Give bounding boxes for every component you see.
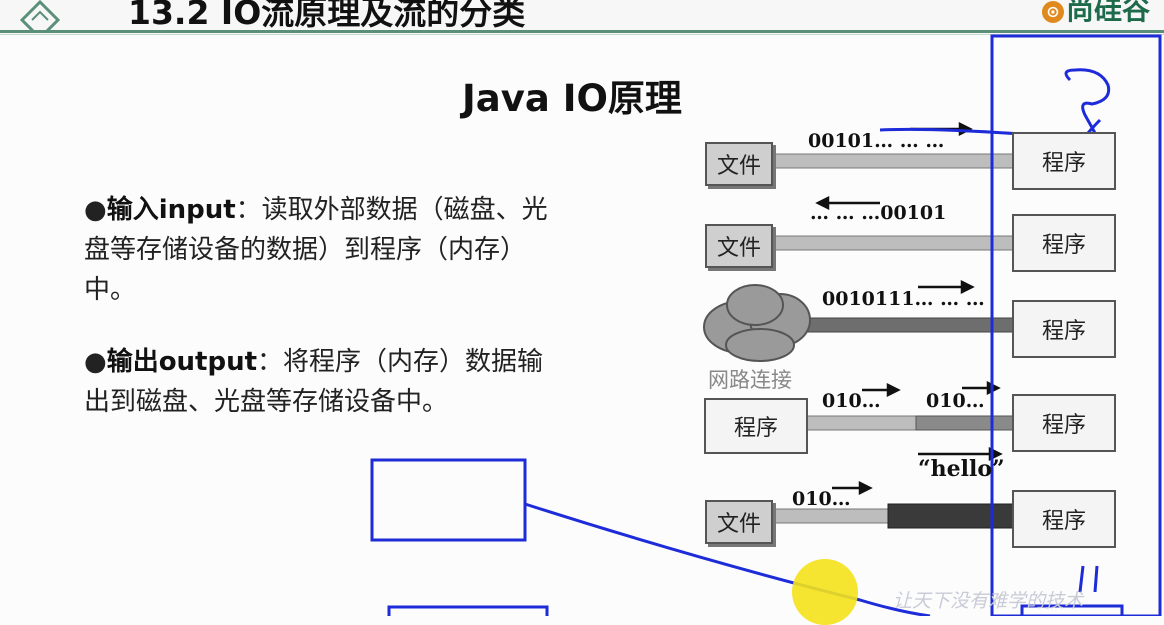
program-box-row-3: 程序 [1012,300,1116,358]
program-box-row-1: 程序 [1012,132,1116,190]
program-box-row-5: 程序 [1012,490,1116,548]
network-label: 网路连接 [708,368,792,392]
file-box-row-5: 文件 [705,500,773,544]
flow-label-row-5b: “hello” [918,456,1005,482]
network-cloud-icon [703,284,811,362]
annotation-rect-bottom [387,605,549,616]
pipe-row-1 [767,153,1014,169]
program-box-row-4: 程序 [1012,394,1116,452]
diagram-graphics [370,34,1162,616]
program-box-left-row-4: 程序 [704,398,808,454]
pipe-row-4a [805,415,917,431]
program-box-row-2: 程序 [1012,214,1116,272]
pipe-row-4b [915,415,1014,431]
file-box-row-2: 文件 [705,224,773,268]
pipe-row-2 [767,235,1014,251]
flow-label-row-4b: 010… [926,390,985,412]
flow-label-row-3: 0010111… … … [822,288,985,310]
flow-label-row-4a: 010… [822,390,881,412]
pipe-row-5b [887,503,1014,529]
pipe-row-5a [769,508,889,524]
flow-label-row-1: 00101… … … [808,130,945,152]
cursor-highlight [792,559,858,625]
annotation-rect-empty [370,458,527,542]
flow-label-row-5a: 010… [792,488,851,510]
flow-label-row-2: … … …00101 [810,202,947,224]
pipe-row-3 [799,317,1014,333]
file-box-row-1: 文件 [705,142,773,186]
watermark: 让天下没有难学的技术 [893,590,1084,612]
io-diagram: 文件 文件 文件 程序 程序 程序 程序 程序 程序 00101… … … … … [0,0,1164,616]
